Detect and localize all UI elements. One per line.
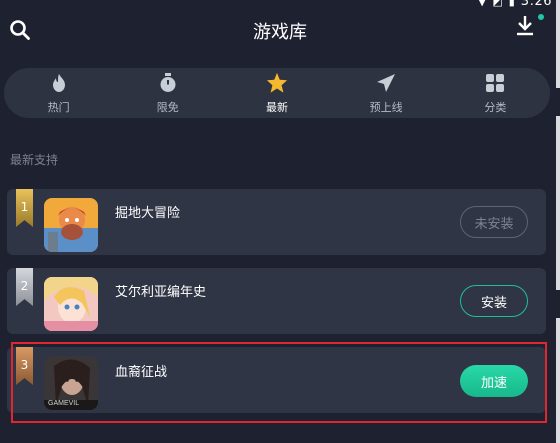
accelerate-button[interactable]: 加速 bbox=[460, 365, 528, 397]
tab-label: 分类 bbox=[484, 100, 507, 114]
header: 游戏库 bbox=[0, 0, 560, 60]
section-title: 最新支持 bbox=[10, 153, 59, 167]
tab-newest[interactable]: 最新 bbox=[237, 72, 317, 115]
page-title: 游戏库 bbox=[253, 22, 307, 43]
game-icon: GAMEVIL bbox=[44, 356, 98, 410]
paper-plane-icon bbox=[375, 72, 397, 94]
notification-dot bbox=[538, 14, 544, 20]
tab-label: 热门 bbox=[47, 100, 70, 114]
game-icon bbox=[44, 277, 98, 331]
tab-hot[interactable]: 热门 bbox=[19, 72, 99, 115]
flame-icon bbox=[48, 72, 70, 94]
install-button[interactable]: 安装 bbox=[460, 285, 528, 317]
tab-upcoming[interactable]: 预上线 bbox=[346, 72, 426, 115]
tab-category[interactable]: 分类 bbox=[455, 72, 535, 115]
right-edge-strip bbox=[556, 0, 560, 443]
game-card[interactable]: 1 掘地大冒险 未安装 bbox=[7, 189, 546, 255]
grid-icon bbox=[484, 72, 506, 94]
publisher-logo: GAMEVIL bbox=[48, 400, 80, 407]
game-card[interactable]: 2 艾尔利亚编年史 安装 bbox=[7, 268, 546, 334]
game-card[interactable]: 3 GAMEVIL 血裔征战 加速 bbox=[7, 347, 546, 413]
not-installed-button[interactable]: 未安装 bbox=[460, 206, 528, 238]
category-tabs: 热门 限免 最新 预上线 分类 bbox=[4, 68, 550, 118]
tab-label: 预上线 bbox=[369, 100, 403, 114]
rank-badge: 1 bbox=[16, 189, 33, 227]
game-icon bbox=[44, 198, 98, 252]
tab-label: 最新 bbox=[265, 100, 288, 114]
game-name: 掘地大冒险 bbox=[115, 206, 181, 221]
rank-badge: 2 bbox=[16, 268, 33, 306]
star-icon bbox=[266, 72, 288, 94]
download-icon[interactable] bbox=[514, 14, 544, 42]
tab-label: 限免 bbox=[156, 100, 179, 114]
game-name: 艾尔利亚编年史 bbox=[115, 285, 207, 300]
rank-badge: 3 bbox=[16, 347, 33, 385]
game-name: 血裔征战 bbox=[115, 365, 168, 380]
stopwatch-icon bbox=[157, 72, 179, 94]
tab-free[interactable]: 限免 bbox=[128, 72, 208, 115]
